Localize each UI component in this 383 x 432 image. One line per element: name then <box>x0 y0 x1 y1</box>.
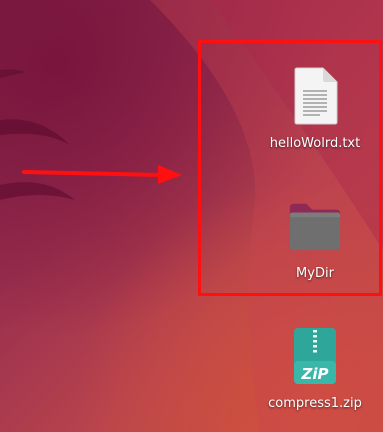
desktop-icon-label: MyDir <box>296 266 334 281</box>
desktop-icon-compress1-zip[interactable]: ZiP compress1.zip <box>255 326 375 411</box>
folder-icon <box>287 196 343 256</box>
desktop-icon-mydir[interactable]: MyDir <box>255 196 375 281</box>
red-arrow-icon <box>22 165 182 184</box>
desktop[interactable]: helloWolrd.txt MyDir ZiP compress1.zip <box>0 0 383 432</box>
desktop-icon-label: compress1.zip <box>268 396 362 411</box>
zip-badge-text: ZiP <box>300 365 328 383</box>
desktop-icon-label: helloWolrd.txt <box>269 136 361 151</box>
desktop-icon-hellowolrd-txt[interactable]: helloWolrd.txt <box>255 66 375 151</box>
text-file-icon <box>287 66 343 126</box>
zip-archive-icon: ZiP <box>287 326 343 386</box>
